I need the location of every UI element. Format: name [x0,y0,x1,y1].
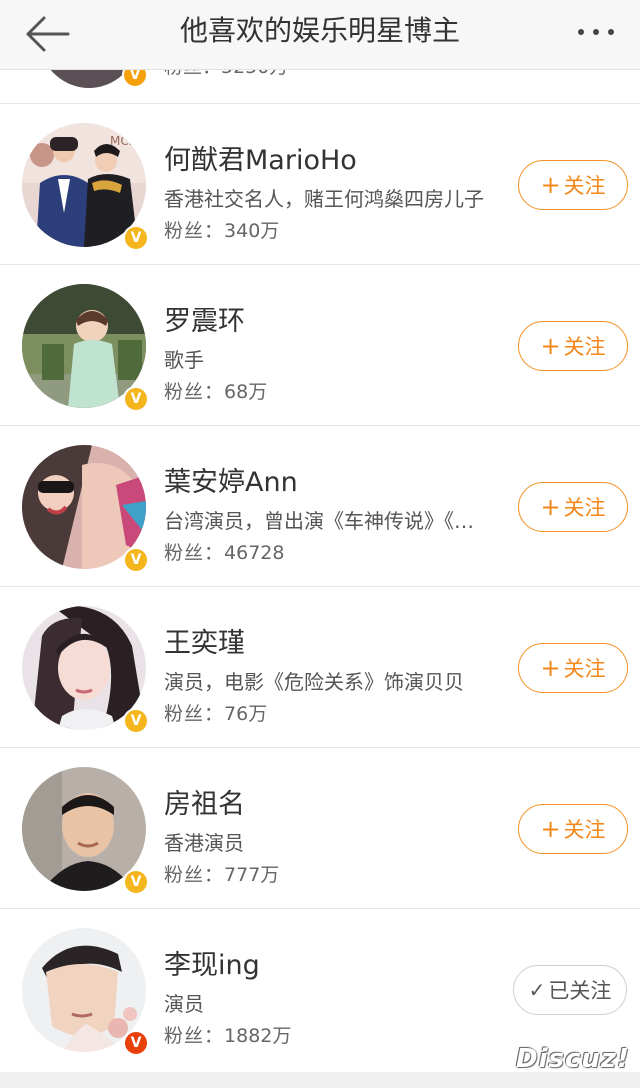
verified-v-icon: V [123,708,149,734]
follow-button[interactable]: + 关注 [518,321,628,371]
follow-button[interactable]: + 关注 [518,804,628,854]
star-name[interactable]: 何猷君MarioHo [164,138,357,177]
follow-button[interactable]: + 关注 [518,482,628,532]
watermark-logo: Discuz! [516,1044,630,1074]
verified-v-icon: V [123,225,149,251]
star-description: 台湾演员，曾出演《车神传说》《… [164,509,474,533]
more-dots-icon [578,29,584,35]
star-name[interactable]: 葉安婷Ann [164,460,298,499]
more-button[interactable] [572,16,620,48]
verified-v-icon: V [123,1030,149,1056]
star-name[interactable]: 房祖名 [164,782,245,821]
list-item[interactable]: V 罗震环 歌手 粉丝：68万 + 关注 [0,265,640,426]
star-description: 香港演员 [164,831,244,855]
fans-count: 粉丝：76万 [164,703,268,725]
top-nav-bar: 他喜欢的娱乐明星博主 [0,0,640,70]
fans-count: 粉丝：46728 [164,542,285,564]
back-button[interactable] [20,12,76,56]
fans-count: 粉丝：340万 [164,220,280,242]
unfollow-button[interactable]: ✓ 已关注 [513,965,627,1015]
list-item[interactable]: V 王奕瑾 演员，电影《危险关系》饰演贝贝 粉丝：76万 + 关注 [0,587,640,748]
list-item[interactable]: V 房祖名 香港演员 粉丝：777万 + 关注 [0,748,640,909]
svg-text:MCM: MCM [110,134,139,148]
verified-v-icon: V [123,869,149,895]
check-icon: ✓ [528,978,546,1002]
page-title: 他喜欢的娱乐明星博主 [179,14,460,47]
list-item[interactable]: MCM V 何猷君MarioHo 香港社交名人，赌王何鸿燊四房儿子 粉丝：340… [0,104,640,265]
star-name[interactable]: 罗震环 [164,299,245,338]
follow-button[interactable]: + 关注 [518,160,628,210]
fans-count: 粉丝：1882万 [164,1025,292,1047]
list-item[interactable]: V 葉安婷Ann 台湾演员，曾出演《车神传说》《… 粉丝：46728 + 关注 [0,426,640,587]
fans-count: 粉丝：68万 [164,381,268,403]
verified-v-icon: V [123,386,149,412]
bottom-divider [0,1072,640,1088]
plus-icon: + [540,815,561,843]
star-description: 演员 [164,992,204,1016]
verified-v-icon: V [123,547,149,573]
follow-button[interactable]: + 关注 [518,643,628,693]
plus-icon: + [540,493,561,521]
plus-icon: + [540,654,561,682]
plus-icon: + [540,171,561,199]
star-description: 香港社交名人，赌王何鸿燊四房儿子 [164,187,484,211]
star-name[interactable]: 李现ing [164,943,260,982]
star-description: 歌手 [164,348,204,372]
plus-icon: + [540,332,561,360]
back-arrow-icon [26,16,70,52]
star-description: 演员，电影《危险关系》饰演贝贝 [164,670,464,694]
star-name[interactable]: 王奕瑾 [164,621,245,660]
fans-count: 粉丝：777万 [164,864,280,886]
